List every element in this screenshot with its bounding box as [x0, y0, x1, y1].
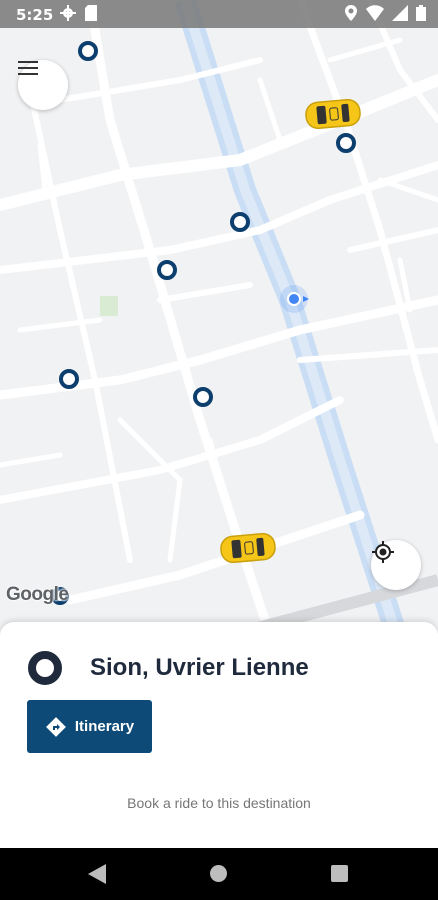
recents-icon[interactable]	[331, 865, 348, 882]
itinerary-label: Itinerary	[74, 718, 135, 735]
stop-marker[interactable]	[336, 133, 356, 153]
stop-marker[interactable]	[230, 212, 250, 232]
location-icon	[345, 5, 357, 21]
sd-card-icon	[85, 5, 97, 21]
hamburger-menu-icon	[18, 61, 38, 75]
menu-button[interactable]	[18, 60, 68, 110]
stop-marker[interactable]	[157, 260, 177, 280]
status-right-icons	[344, 5, 426, 21]
itinerary-button[interactable]: Itinerary	[27, 700, 152, 753]
destination-name: Sion, Uvrier Lienne	[90, 654, 309, 681]
home-icon[interactable]	[210, 865, 227, 882]
status-bar: 5:25	[0, 0, 438, 28]
wifi-icon	[366, 5, 384, 21]
battery-icon	[416, 5, 426, 21]
google-logo: Google	[6, 584, 69, 605]
map-view[interactable]: Google	[0, 0, 438, 630]
my-location-button[interactable]	[371, 540, 421, 590]
stop-marker[interactable]	[78, 41, 98, 61]
status-time: 5:25	[16, 6, 54, 24]
taxi-icon[interactable]	[305, 98, 361, 130]
back-icon[interactable]	[88, 864, 106, 884]
book-ride-text: Book a ride to this destination	[127, 795, 311, 811]
directions-icon	[45, 716, 66, 737]
destination-marker-icon	[28, 651, 62, 685]
stop-marker[interactable]	[59, 369, 79, 389]
user-location-icon	[287, 292, 301, 306]
stop-marker[interactable]	[193, 387, 213, 407]
signal-icon	[392, 5, 408, 21]
status-left-icons	[60, 5, 98, 21]
my-location-icon	[372, 541, 394, 563]
navigation-bar	[0, 848, 438, 900]
gear-icon	[60, 5, 76, 21]
taxi-icon[interactable]	[220, 532, 276, 564]
